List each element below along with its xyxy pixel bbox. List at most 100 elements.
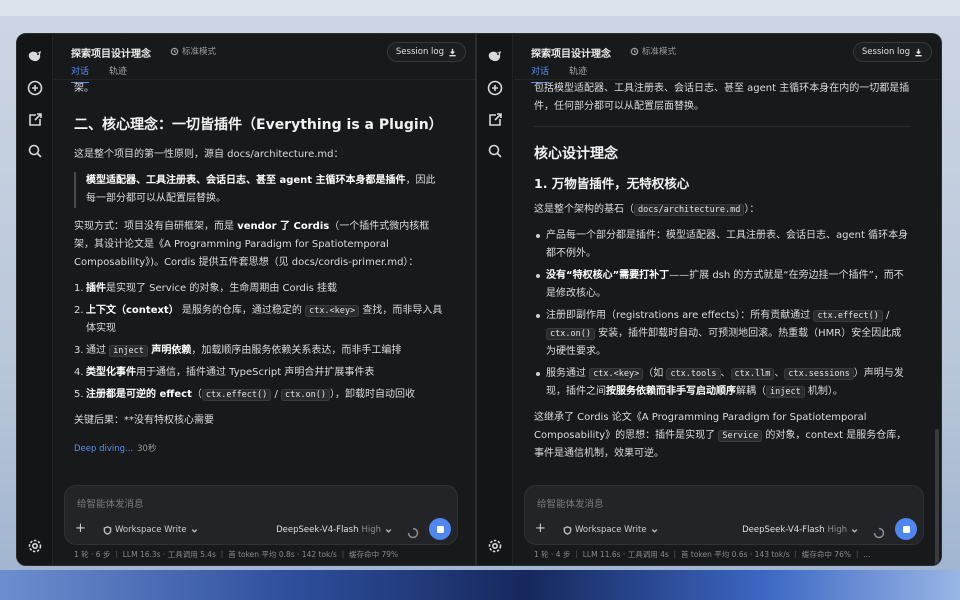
message-composer: 给智能体发消息 + Workspace Write DeepSeek-V4-Fl… bbox=[524, 485, 924, 545]
loading-spinner-icon bbox=[873, 524, 885, 539]
loading-spinner-icon bbox=[407, 524, 419, 539]
new-chat-icon[interactable] bbox=[26, 79, 44, 97]
paragraph: 实现方式：项目没有自研框架，而是 vendor 了 Cordis（一个插件式微内… bbox=[74, 218, 445, 272]
list-item: 没有“特权核心”需要打补丁——扩展 dsh 的方式就是“在旁边挂一个插件”，而不… bbox=[534, 267, 911, 303]
right-app-window: 探索项目设计理念 标准模式 Session log 对话 轨迹 包括模型适配器、… bbox=[476, 33, 942, 566]
scrollbar-thumb[interactable] bbox=[935, 429, 939, 565]
section-heading: 核心设计理念 bbox=[534, 146, 618, 162]
model-name: DeepSeek-V4-Flash bbox=[276, 525, 359, 535]
message-input[interactable]: 给智能体发消息 bbox=[537, 496, 604, 510]
left-main-panel: 探索项目设计理念 标准模式 Session log 对话 轨迹 架。 二、核心理… bbox=[54, 34, 475, 565]
model-selector[interactable]: DeepSeek-V4-Flash High bbox=[276, 525, 393, 535]
list-item: 服务通过 ctx.<key> （如 ctx.tools、 ctx.llm、 ctx.s… bbox=[534, 365, 911, 401]
chevron-down-icon bbox=[651, 528, 657, 533]
workspace-selector[interactable]: Workspace Write bbox=[103, 525, 199, 535]
list-item: 2. 上下文（context） 是服务的仓库，通过稳定的 ctx.<key> 查找… bbox=[74, 302, 445, 338]
text: 安装，插件卸载时自动、可预测地回滚。热重载（HMR）安全因此成为硬性要求。 bbox=[546, 328, 902, 357]
logo-icon[interactable] bbox=[486, 47, 504, 65]
bullet-list: 产品每一个部分都是插件：模型适配器、工具注册表、会话日志、agent 循环本身都… bbox=[534, 227, 911, 401]
attach-plus-icon[interactable]: + bbox=[75, 522, 86, 536]
chevron-down-icon bbox=[191, 528, 197, 533]
session-log-button[interactable]: Session log bbox=[852, 42, 932, 62]
inline-code: ctx.on() bbox=[281, 389, 330, 401]
deep-diving-indicator[interactable]: Deep diving... 30秒 bbox=[74, 440, 445, 458]
download-icon bbox=[449, 48, 456, 56]
inline-code: ctx.tools bbox=[666, 368, 721, 380]
mode-indicator[interactable]: 标准模式 bbox=[170, 45, 216, 57]
search-icon[interactable] bbox=[26, 142, 44, 160]
text: （如 bbox=[643, 368, 667, 379]
right-main-panel: 探索项目设计理念 标准模式 Session log 对话 轨迹 包括模型适配器、… bbox=[514, 34, 941, 565]
logo-icon[interactable] bbox=[26, 47, 44, 65]
shield-icon bbox=[103, 525, 112, 535]
inline-code: ctx.on() bbox=[546, 328, 595, 340]
text: / bbox=[882, 310, 890, 321]
text: 注册即副作用（registrations are effects）：所有贡献通过 bbox=[546, 310, 814, 321]
reasoning-level: High bbox=[361, 525, 381, 535]
inline-code: ctx.effect() bbox=[201, 389, 272, 401]
bold-text: 上下文（context） bbox=[86, 305, 179, 316]
list-number: 3. bbox=[74, 345, 84, 356]
session-log-label: Session log bbox=[861, 47, 910, 57]
blockquote: 模型适配器、工具注册表、会话日志、甚至 agent 主循环本身都是插件，因此每一… bbox=[74, 172, 445, 208]
text: 服务通过 bbox=[546, 368, 590, 379]
text: ）： bbox=[744, 204, 760, 215]
deep-diving-label: Deep diving... bbox=[74, 444, 134, 454]
text: ），卸载时自动回收 bbox=[329, 389, 415, 400]
model-name: DeepSeek-V4-Flash bbox=[742, 525, 825, 535]
message-input[interactable]: 给智能体发消息 bbox=[77, 496, 144, 510]
elapsed-time: 30秒 bbox=[137, 444, 157, 454]
list-item: 1. 插件是实现了 Service 的对象，生命周期由 Cordis 挂载 bbox=[74, 280, 445, 298]
session-log-button[interactable]: Session log bbox=[386, 42, 466, 62]
bold-text: 类型化事件 bbox=[86, 367, 136, 378]
section-heading: 二、核心理念：一切皆插件（Everything is a Plugin） bbox=[74, 117, 443, 133]
text: 用于通信，插件通过 TypeScript 声明合并扩展事件表 bbox=[136, 367, 375, 378]
left-app-window: 探索项目设计理念 标准模式 Session log 对话 轨迹 架。 二、核心理… bbox=[16, 33, 476, 566]
text: （ bbox=[191, 389, 202, 400]
model-selector[interactable]: DeepSeek-V4-Flash High bbox=[742, 525, 859, 535]
right-header: 探索项目设计理念 标准模式 Session log 对话 轨迹 bbox=[514, 34, 941, 83]
desktop-wallpaper bbox=[0, 570, 960, 600]
workspace-selector[interactable]: Workspace Write bbox=[563, 525, 659, 535]
ordered-list: 1. 插件是实现了 Service 的对象，生命周期由 Cordis 挂载 2. 上… bbox=[74, 280, 445, 404]
text: 、 bbox=[720, 368, 731, 379]
settings-icon[interactable] bbox=[26, 537, 44, 555]
reasoning-level: High bbox=[827, 525, 847, 535]
list-item: 3. 通过 inject 声明依赖，加载顺序由服务依赖关系表达，而非手工编排 bbox=[74, 342, 445, 360]
attach-plus-icon[interactable]: + bbox=[535, 522, 546, 536]
inline-code: ctx.sessions bbox=[784, 368, 854, 380]
paragraph: 这是整个架构的基石（ docs/architecture.md）： bbox=[534, 201, 911, 219]
inline-code: inject bbox=[766, 386, 805, 398]
settings-icon[interactable] bbox=[486, 537, 504, 555]
list-item: 5. 注册都是可逆的 effect（ ctx.effect() / ctx.on()… bbox=[74, 386, 445, 404]
inline-code: Service bbox=[718, 430, 763, 442]
mode-indicator[interactable]: 标准模式 bbox=[630, 45, 676, 57]
text: 是实现了 Service 的对象，生命周期由 Cordis 挂载 bbox=[106, 283, 338, 294]
export-icon[interactable] bbox=[26, 111, 44, 129]
text: 是服务的仓库，通过稳定的 bbox=[178, 305, 306, 316]
list-item: 4. 类型化事件用于通信，插件通过 TypeScript 声明合并扩展事件表 bbox=[74, 364, 445, 382]
export-icon[interactable] bbox=[486, 111, 504, 129]
stop-button[interactable] bbox=[429, 518, 451, 540]
right-message-content: 包括模型适配器、工具注册表、会话日志、甚至 agent 主循环本身在内的一切都是… bbox=[514, 81, 929, 475]
paragraph: 包括模型适配器、工具注册表、会话日志、甚至 agent 主循环本身在内的一切都是… bbox=[534, 83, 910, 112]
inline-code: inject bbox=[109, 345, 148, 357]
quote-bold: 模型适配器、工具注册表、会话日志、甚至 agent 主循环本身都是插件 bbox=[86, 175, 406, 186]
workspace-label: Workspace Write bbox=[575, 525, 647, 535]
list-number: 5. bbox=[74, 389, 84, 400]
list-number: 2. bbox=[74, 305, 84, 316]
mode-icon bbox=[170, 47, 179, 55]
list-number: 4. bbox=[74, 367, 84, 378]
list-item: 注册即副作用（registrations are effects）：所有贡献通过… bbox=[534, 307, 911, 361]
inline-code: ctx.<key> bbox=[589, 368, 644, 380]
stop-button[interactable] bbox=[895, 518, 917, 540]
search-icon[interactable] bbox=[486, 142, 504, 160]
mode-label: 标准模式 bbox=[182, 47, 217, 57]
list-number: 1. bbox=[74, 283, 84, 294]
new-chat-icon[interactable] bbox=[486, 79, 504, 97]
stop-icon bbox=[436, 525, 444, 533]
text: 产品每一个部分都是插件：模型适配器、工具注册表、会话日志、agent 循环本身都… bbox=[546, 230, 909, 259]
download-icon bbox=[915, 48, 922, 56]
inline-code: docs/architecture.md bbox=[634, 204, 745, 216]
list-item: 产品每一个部分都是插件：模型适配器、工具注册表、会话日志、agent 循环本身都… bbox=[534, 227, 911, 263]
